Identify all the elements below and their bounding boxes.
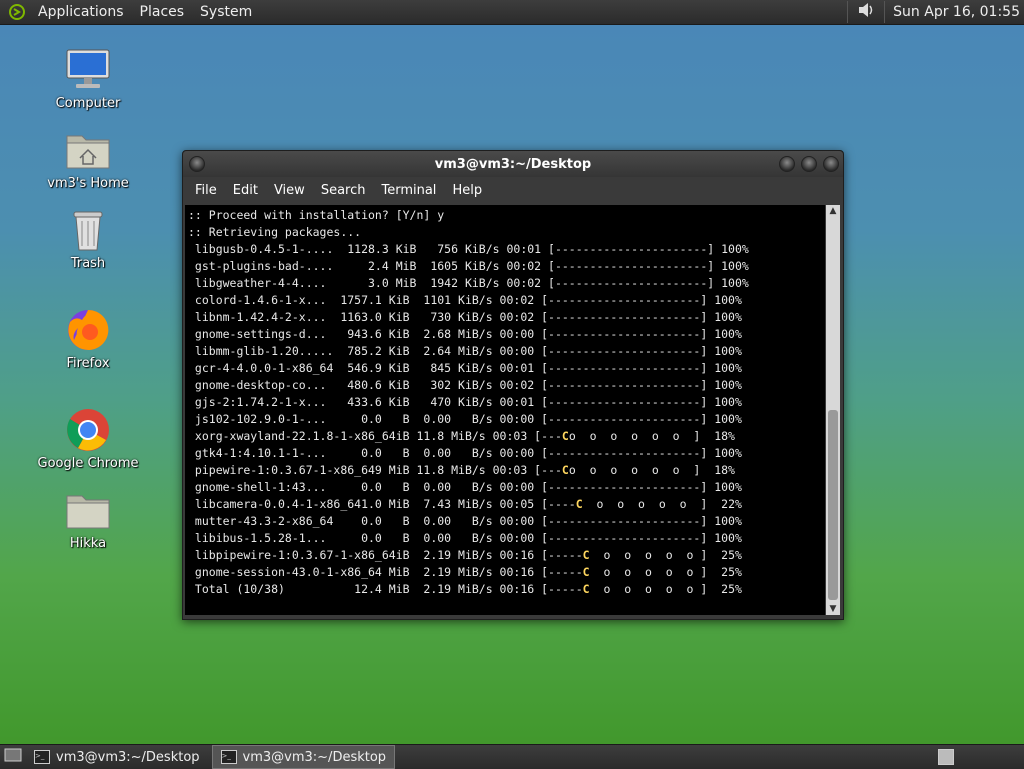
maximize-icon[interactable] <box>801 156 817 172</box>
terminal-line: libibus-1.5.28-1... 0.0 B 0.00 B/s 00:00… <box>188 531 742 545</box>
home-folder-icon <box>66 135 110 169</box>
desktop-icon-label: Computer <box>55 96 121 111</box>
close-icon[interactable] <box>823 156 839 172</box>
desktop-icon-label: Trash <box>70 256 106 271</box>
terminal-output[interactable]: :: Proceed with installation? [Y/n] y:: … <box>185 205 825 615</box>
terminal-line: libcamera-0.0.4-1-x86_641.0 MiB 7.43 MiB… <box>188 497 742 511</box>
scroll-up-icon[interactable]: ▲ <box>826 205 840 217</box>
terminal-line: gst-plugins-bad-.... 2.4 MiB 1605 KiB/s … <box>188 259 749 273</box>
terminal-line: js102-102.9.0-1-... 0.0 B 0.00 B/s 00:00… <box>188 412 742 426</box>
terminal-icon: >_ <box>220 750 237 764</box>
taskbar-item-label: vm3@vm3:~/Desktop <box>56 749 200 765</box>
progress-pacman: C <box>582 548 590 562</box>
terminal-line: gnome-desktop-co... 480.6 KiB 302 KiB/s … <box>188 378 742 392</box>
chrome-icon <box>67 409 109 451</box>
desktop-icon-chrome[interactable]: Google Chrome <box>33 406 143 471</box>
terminal-line: libnm-1.42.4-2-x... 1163.0 KiB 730 KiB/s… <box>188 310 742 324</box>
progress-pacman: C <box>582 582 590 596</box>
terminal-line: :: Proceed with installation? [Y/n] y <box>188 208 445 222</box>
desktop-icon-computer[interactable]: Computer <box>33 46 143 111</box>
terminal-line: libgusb-0.4.5-1-.... 1128.3 KiB 756 KiB/… <box>188 242 749 256</box>
progress-pacman: C <box>575 497 583 511</box>
panel-separator <box>884 1 886 23</box>
desktop-icon-trash[interactable]: Trash <box>33 206 143 271</box>
show-desktop-icon[interactable] <box>4 747 22 767</box>
menu-edit[interactable]: Edit <box>225 183 266 198</box>
desktop-icon-label: vm3's Home <box>47 176 129 191</box>
terminal-line: xorg-xwayland-22.1.8-1-x86_64iB 11.8 MiB… <box>188 429 735 443</box>
terminal-text: :: Proceed with installation? [Y/n] y:: … <box>185 205 825 598</box>
terminal-line: gnome-session-43.0-1-x86_64 MiB 2.19 MiB… <box>188 565 742 579</box>
desktop-icon-hikka[interactable]: Hikka <box>33 486 143 551</box>
scrollbar-thumb[interactable] <box>828 410 838 600</box>
terminal-line: gnome-shell-1:43... 0.0 B 0.00 B/s 00:00… <box>188 480 742 494</box>
terminal-line: gcr-4-4.0.0-1-x86_64 546.9 KiB 845 KiB/s… <box>188 361 742 375</box>
terminal-line: gtk4-1:4.10.1-1-... 0.0 B 0.00 B/s 00:00… <box>188 446 742 460</box>
terminal-line: colord-1.4.6-1-x... 1757.1 KiB 1101 KiB/… <box>188 293 742 307</box>
system-menu[interactable]: System <box>192 0 260 24</box>
taskbar-item-active[interactable]: >_ vm3@vm3:~/Desktop <box>211 745 396 769</box>
distro-logo-icon[interactable] <box>8 3 26 21</box>
top-panel: Applications Places System Sun Apr 16, 0… <box>0 0 1024 25</box>
applications-menu[interactable]: Applications <box>30 0 132 24</box>
bottom-panel: >_ vm3@vm3:~/Desktop >_ vm3@vm3:~/Deskto… <box>0 744 1024 769</box>
terminal-line: pipewire-1:0.3.67-1-x86_649 MiB 11.8 MiB… <box>188 463 735 477</box>
folder-icon <box>66 495 110 529</box>
trash-icon <box>73 211 103 251</box>
terminal-line: gnome-settings-d... 943.6 KiB 2.68 MiB/s… <box>188 327 742 341</box>
progress-pacman: C <box>561 429 569 443</box>
terminal-icon: >_ <box>34 750 50 764</box>
clock[interactable]: Sun Apr 16, 01:55 <box>893 4 1020 20</box>
menu-help[interactable]: Help <box>444 183 490 198</box>
menu-file[interactable]: File <box>187 183 225 198</box>
desktop-icon-label: Firefox <box>66 356 110 371</box>
taskbar-item-label: vm3@vm3:~/Desktop <box>242 749 387 765</box>
desktop-icon-home[interactable]: vm3's Home <box>33 126 143 191</box>
terminal-line: libpipewire-1:0.3.67-1-x86_64iB 2.19 MiB… <box>188 548 742 562</box>
desktop-icon-firefox[interactable]: Firefox <box>33 306 143 371</box>
terminal-line: libmm-glib-1.20..... 785.2 KiB 2.64 MiB/… <box>188 344 742 358</box>
terminal-line: libgweather-4-4.... 3.0 MiB 1942 KiB/s 0… <box>188 276 749 290</box>
computer-icon <box>66 49 110 88</box>
terminal-scrollbar[interactable]: ▲ ▼ <box>826 205 840 615</box>
panel-separator <box>847 1 849 23</box>
places-menu[interactable]: Places <box>132 0 193 24</box>
terminal-line: Total (10/38) 12.4 MiB 2.19 MiB/s 00:16 … <box>188 582 742 596</box>
progress-pacman: C <box>561 463 569 477</box>
terminal-line: mutter-43.3-2-x86_64 0.0 B 0.00 B/s 00:0… <box>188 514 742 528</box>
terminal-menubar: File Edit View Search Terminal Help <box>183 177 843 203</box>
desktop-icon-label: Hikka <box>69 536 107 551</box>
terminal-line: gjs-2:1.74.2-1-x... 433.6 KiB 470 KiB/s … <box>188 395 742 409</box>
desktop-icon-label: Google Chrome <box>37 456 139 471</box>
window-menu-icon[interactable] <box>189 156 205 172</box>
taskbar-item[interactable]: >_ vm3@vm3:~/Desktop <box>26 746 208 768</box>
workspace-switcher[interactable] <box>938 749 954 765</box>
terminal-line: :: Retrieving packages... <box>188 225 362 239</box>
terminal-window[interactable]: vm3@vm3:~/Desktop File Edit View Search … <box>182 150 844 620</box>
minimize-icon[interactable] <box>779 156 795 172</box>
menu-search[interactable]: Search <box>313 183 374 198</box>
window-title: vm3@vm3:~/Desktop <box>434 156 592 172</box>
firefox-icon <box>68 309 109 350</box>
scroll-down-icon[interactable]: ▼ <box>826 603 840 615</box>
window-titlebar[interactable]: vm3@vm3:~/Desktop <box>183 151 843 177</box>
menu-view[interactable]: View <box>266 183 313 198</box>
volume-icon[interactable] <box>856 0 876 24</box>
progress-pacman: C <box>582 565 590 579</box>
menu-terminal[interactable]: Terminal <box>373 183 444 198</box>
